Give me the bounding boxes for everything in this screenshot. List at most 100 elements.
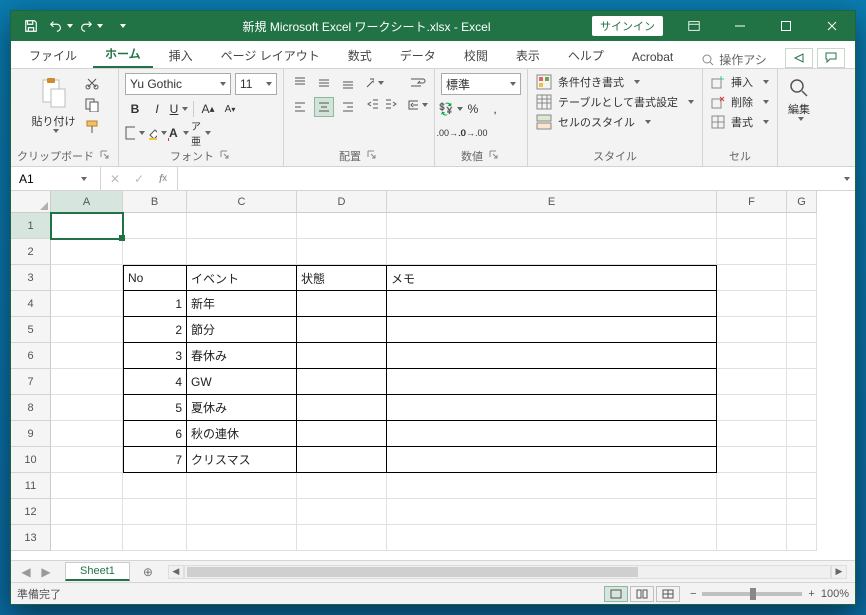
zoom-out-button[interactable]: − bbox=[690, 588, 696, 600]
tab-file[interactable]: ファイル bbox=[17, 43, 89, 68]
formula-input[interactable] bbox=[178, 172, 835, 186]
bold-button[interactable]: B bbox=[125, 99, 145, 119]
cell-D5[interactable] bbox=[297, 317, 387, 343]
cell-F4[interactable] bbox=[717, 291, 787, 317]
row-header-12[interactable]: 12 bbox=[11, 499, 51, 525]
col-header-D[interactable]: D bbox=[297, 191, 387, 213]
cell-F9[interactable] bbox=[717, 421, 787, 447]
cell-B5[interactable]: 2 bbox=[123, 317, 187, 343]
tab-view[interactable]: 表示 bbox=[504, 43, 552, 68]
cell-A6[interactable] bbox=[51, 343, 123, 369]
name-box[interactable] bbox=[11, 167, 101, 190]
format-as-table-button[interactable]: テーブルとして書式設定 bbox=[534, 93, 696, 111]
cell-B1[interactable] bbox=[123, 213, 187, 239]
cell-E7[interactable] bbox=[387, 369, 717, 395]
tab-data[interactable]: データ bbox=[388, 43, 448, 68]
minimize-button[interactable] bbox=[717, 11, 763, 41]
row-header-7[interactable]: 7 bbox=[11, 369, 51, 395]
cell-F12[interactable] bbox=[717, 499, 787, 525]
conditional-formatting-button[interactable]: 条件付き書式 bbox=[534, 73, 642, 91]
cell-D7[interactable] bbox=[297, 369, 387, 395]
cell-E5[interactable] bbox=[387, 317, 717, 343]
col-header-C[interactable]: C bbox=[187, 191, 297, 213]
grow-font-button[interactable]: A▴ bbox=[198, 99, 218, 119]
delete-cells-button[interactable]: 削除 bbox=[709, 93, 771, 111]
signin-button[interactable]: サインイン bbox=[592, 16, 663, 36]
insert-cells-button[interactable]: 挿入 bbox=[709, 73, 771, 91]
cell-G6[interactable] bbox=[787, 343, 817, 369]
row-header-3[interactable]: 3 bbox=[11, 265, 51, 291]
share-button[interactable] bbox=[785, 48, 813, 68]
cell-G5[interactable] bbox=[787, 317, 817, 343]
number-launcher-icon[interactable] bbox=[489, 150, 501, 162]
prev-sheet-icon[interactable]: ◀ bbox=[17, 563, 35, 581]
cell-E3[interactable]: メモ bbox=[387, 265, 717, 291]
cell-B6[interactable]: 3 bbox=[123, 343, 187, 369]
cell-E12[interactable] bbox=[387, 499, 717, 525]
cell-B7[interactable]: 4 bbox=[123, 369, 187, 395]
row-header-13[interactable]: 13 bbox=[11, 525, 51, 551]
cell-E10[interactable] bbox=[387, 447, 717, 473]
cell-G12[interactable] bbox=[787, 499, 817, 525]
format-painter-icon[interactable] bbox=[82, 117, 102, 137]
cell-D10[interactable] bbox=[297, 447, 387, 473]
cell-F13[interactable] bbox=[717, 525, 787, 551]
cell-F1[interactable] bbox=[717, 213, 787, 239]
cell-A11[interactable] bbox=[51, 473, 123, 499]
cell-D8[interactable] bbox=[297, 395, 387, 421]
cell-B9[interactable]: 6 bbox=[123, 421, 187, 447]
align-bottom-button[interactable] bbox=[338, 73, 358, 93]
col-header-A[interactable]: A bbox=[51, 191, 123, 213]
cell-B13[interactable] bbox=[123, 525, 187, 551]
col-header-F[interactable]: F bbox=[717, 191, 787, 213]
accounting-format-button[interactable]: 💱 bbox=[441, 99, 461, 119]
horizontal-scrollbar[interactable]: ◀ ▶ bbox=[168, 565, 847, 579]
cell-B10[interactable]: 7 bbox=[123, 447, 187, 473]
orientation-button[interactable] bbox=[364, 73, 384, 93]
wrap-text-button[interactable] bbox=[408, 73, 428, 93]
row-header-8[interactable]: 8 bbox=[11, 395, 51, 421]
cell-F7[interactable] bbox=[717, 369, 787, 395]
cell-F6[interactable] bbox=[717, 343, 787, 369]
font-size-select[interactable]: 11 bbox=[235, 73, 277, 95]
cancel-formula-icon[interactable]: ✕ bbox=[105, 169, 125, 189]
scroll-left-icon[interactable]: ◀ bbox=[168, 565, 184, 579]
cell-D2[interactable] bbox=[297, 239, 387, 265]
cell-E11[interactable] bbox=[387, 473, 717, 499]
cell-D3[interactable]: 状態 bbox=[297, 265, 387, 291]
cell-E9[interactable] bbox=[387, 421, 717, 447]
cell-C11[interactable] bbox=[187, 473, 297, 499]
cell-E2[interactable] bbox=[387, 239, 717, 265]
decrease-indent-button[interactable] bbox=[364, 95, 382, 113]
font-color-button[interactable]: A bbox=[169, 123, 189, 143]
number-format-select[interactable]: 標準 bbox=[441, 73, 521, 95]
align-middle-button[interactable] bbox=[314, 73, 334, 93]
cell-E13[interactable] bbox=[387, 525, 717, 551]
cell-C3[interactable]: イベント bbox=[187, 265, 297, 291]
tab-page-layout[interactable]: ページ レイアウト bbox=[209, 43, 332, 68]
cell-C7[interactable]: GW bbox=[187, 369, 297, 395]
page-break-view-button[interactable] bbox=[656, 586, 680, 602]
cell-D4[interactable] bbox=[297, 291, 387, 317]
cell-A9[interactable] bbox=[51, 421, 123, 447]
cell-B4[interactable]: 1 bbox=[123, 291, 187, 317]
cell-C2[interactable] bbox=[187, 239, 297, 265]
cell-D6[interactable] bbox=[297, 343, 387, 369]
save-icon[interactable] bbox=[17, 14, 45, 38]
increase-indent-button[interactable] bbox=[382, 95, 400, 113]
cell-G13[interactable] bbox=[787, 525, 817, 551]
tab-acrobat[interactable]: Acrobat bbox=[620, 46, 685, 68]
cell-F3[interactable] bbox=[717, 265, 787, 291]
cell-D13[interactable] bbox=[297, 525, 387, 551]
row-header-9[interactable]: 9 bbox=[11, 421, 51, 447]
phonetic-button[interactable]: ア亜 bbox=[191, 123, 211, 143]
cell-G4[interactable] bbox=[787, 291, 817, 317]
tab-home[interactable]: ホーム bbox=[93, 41, 153, 68]
cell-C5[interactable]: 節分 bbox=[187, 317, 297, 343]
cell-C8[interactable]: 夏休み bbox=[187, 395, 297, 421]
cell-E8[interactable] bbox=[387, 395, 717, 421]
normal-view-button[interactable] bbox=[604, 586, 628, 602]
align-center-button[interactable] bbox=[314, 97, 334, 117]
qat-customize-icon[interactable] bbox=[107, 14, 135, 38]
undo-icon[interactable] bbox=[47, 14, 75, 38]
